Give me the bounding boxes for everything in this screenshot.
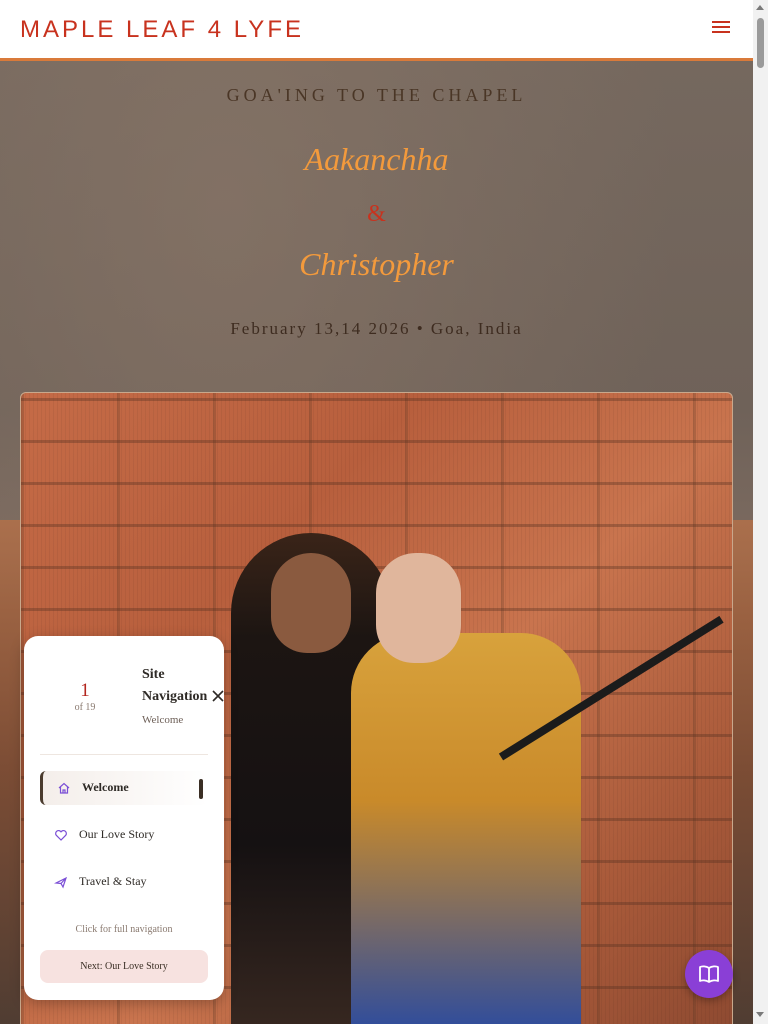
nav-panel-subtitle: Welcome — [142, 714, 184, 726]
nav-item-welcome[interactable]: Welcome — [40, 771, 208, 805]
nav-footnote[interactable]: Click for full navigation — [24, 924, 224, 935]
photo-person-right — [351, 633, 581, 1024]
photo-face-right — [376, 553, 461, 663]
vertical-scrollbar[interactable] — [753, 0, 768, 1024]
nav-item-label: Travel & Stay — [79, 874, 147, 888]
site-header: MAPLE LEAF 4 LYFE — [0, 0, 753, 61]
home-icon — [57, 781, 71, 795]
scrollbar-thumb[interactable] — [757, 18, 764, 68]
ampersand: & — [367, 201, 386, 227]
nav-item-label: Our Love Story — [79, 827, 155, 841]
partner-name-2: Christopher — [299, 246, 454, 282]
open-book-icon[interactable] — [685, 950, 733, 998]
page-counter-current: 1 — [80, 680, 90, 701]
nav-item-label: Welcome — [82, 780, 129, 794]
site-brand[interactable]: MAPLE LEAF 4 LYFE — [20, 16, 304, 44]
plane-icon — [53, 875, 68, 889]
next-page-button[interactable]: Next: Our Love Story — [40, 950, 208, 983]
close-icon[interactable] — [211, 689, 225, 703]
site-navigation-panel: 1 of 19 Site Navigation Welcome Welcome … — [24, 636, 224, 1000]
active-indicator — [199, 779, 203, 799]
scroll-down-arrow-icon[interactable] — [756, 1012, 764, 1017]
nav-item-travel-stay[interactable]: Travel & Stay — [40, 865, 208, 899]
page-counter-total: of 19 — [74, 702, 96, 713]
hamburger-menu-icon[interactable] — [708, 18, 734, 42]
nav-item-our-love-story[interactable]: Our Love Story — [40, 818, 208, 852]
page-counter: 1 of 19 — [64, 680, 106, 713]
hero-tagline: GOA'ING TO THE CHAPEL — [226, 85, 527, 105]
heart-icon — [54, 828, 68, 842]
photo-face-left — [271, 553, 351, 653]
event-date-location: February 13,14 2026 • Goa, India — [230, 319, 523, 338]
nav-divider — [40, 754, 208, 755]
nav-panel-title: Site Navigation — [142, 667, 208, 704]
scroll-up-arrow-icon[interactable] — [756, 5, 764, 10]
partner-name-1: Aakanchha — [304, 141, 449, 177]
